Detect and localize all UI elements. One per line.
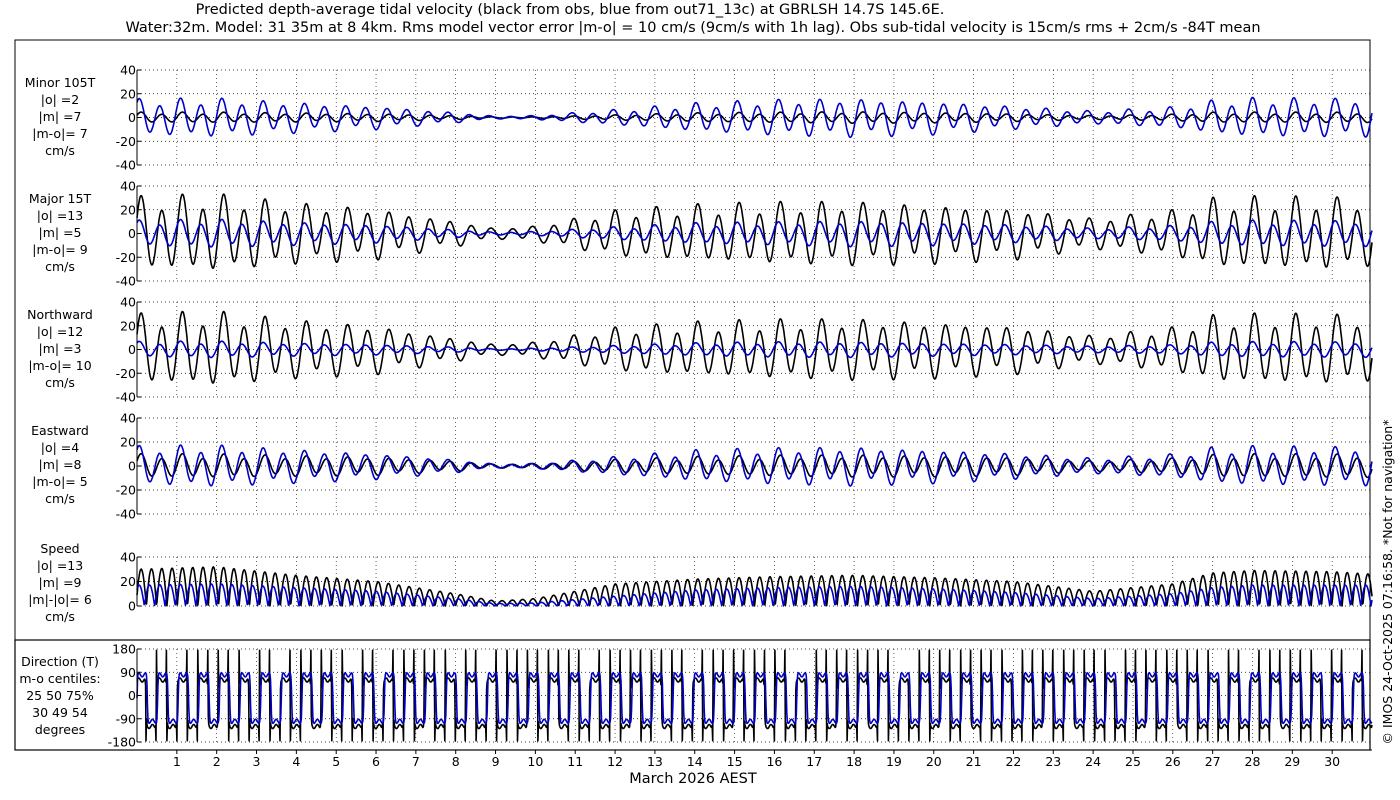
eastward-ytick-label: 40: [120, 411, 136, 426]
eastward-ytick-label: -40: [116, 507, 136, 522]
minor-ytick-label: 20: [120, 86, 136, 101]
direction-ytick-label: 90: [120, 665, 136, 680]
speed-panel-label-line: |o| =13: [37, 558, 83, 573]
minor-panel-label-line: |m-o|= 7: [32, 126, 87, 141]
speed-panel-label-line: cm/s: [45, 609, 75, 624]
xtick-label: 14: [687, 754, 703, 769]
eastward-panel-label-line: |m| =8: [39, 457, 82, 472]
minor-panel-label-line: Minor 105T: [25, 75, 96, 90]
northward-panel-label-line: |m| =3: [39, 341, 82, 356]
xtick-label: 11: [567, 754, 583, 769]
major-ytick-label: 20: [120, 202, 136, 217]
x-axis-label: March 2026 AEST: [629, 771, 757, 787]
xtick-label: 20: [926, 754, 942, 769]
major-panel-label-line: cm/s: [45, 259, 75, 274]
northward-ytick-label: -20: [116, 366, 136, 381]
minor-ytick-label: -40: [116, 158, 136, 173]
direction-panel-label-line: m-o centiles:: [19, 671, 100, 686]
major-ytick-label: -20: [116, 250, 136, 265]
xtick-label: 27: [1205, 754, 1221, 769]
northward-panel-label-line: |m-o|= 10: [28, 358, 91, 373]
chart-title-line1: Predicted depth-average tidal velocity (…: [196, 2, 945, 18]
northward-panel-label-line: |o| =12: [37, 324, 83, 339]
major-ytick-label: -40: [116, 274, 136, 289]
xtick-label: 4: [292, 754, 300, 769]
direction-panel-label-line: 25 50 75%: [26, 688, 94, 703]
eastward-panel-label-line: cm/s: [45, 491, 75, 506]
eastward-ytick-label: 20: [120, 435, 136, 450]
minor-ytick-label: 40: [120, 63, 136, 78]
direction-panel-label-line: degrees: [35, 722, 85, 737]
xtick-label: 7: [412, 754, 420, 769]
minor-panel-label-line: |o| =2: [41, 92, 79, 107]
xtick-label: 15: [727, 754, 743, 769]
xtick-label: 16: [766, 754, 782, 769]
xtick-label: 17: [806, 754, 822, 769]
xtick-label: 6: [372, 754, 380, 769]
direction-ytick-label: 0: [128, 688, 136, 703]
major-panel-label-line: |o| =13: [37, 208, 83, 223]
xtick-label: 26: [1165, 754, 1181, 769]
speed-ytick-label: 0: [128, 599, 136, 614]
major-panel-label-line: |m-o|= 9: [32, 242, 87, 257]
xtick-label: 3: [253, 754, 261, 769]
xtick-label: 8: [452, 754, 460, 769]
speed-ytick-label: 20: [120, 574, 136, 589]
minor-panel-label-line: |m| =7: [39, 109, 82, 124]
eastward-ytick-label: -20: [116, 483, 136, 498]
direction-panel-label-line: 30 49 54: [32, 705, 88, 720]
direction-ytick-label: 180: [112, 642, 136, 657]
xtick-label: 19: [886, 754, 902, 769]
minor-ytick-label: -20: [116, 134, 136, 149]
northward-panel-label-line: Northward: [27, 307, 93, 322]
xtick-label: 23: [1045, 754, 1061, 769]
speed-panel-label-line: Speed: [40, 541, 79, 556]
eastward-panel-label-line: Eastward: [31, 423, 89, 438]
northward-ytick-label: 0: [128, 342, 136, 357]
xtick-label: 28: [1245, 754, 1261, 769]
direction-panel-label-line: Direction (T): [21, 654, 99, 669]
copyright-text: © IMOS 24-Oct-2025 07:16:58. *Not for na…: [1380, 420, 1395, 745]
northward-ytick-label: -40: [116, 390, 136, 405]
xtick-label: 13: [647, 754, 663, 769]
northward-panel-label-line: cm/s: [45, 375, 75, 390]
xtick-label: 25: [1125, 754, 1141, 769]
northward-ytick-label: 20: [120, 318, 136, 333]
eastward-panel-label-line: |m-o|= 5: [32, 474, 87, 489]
xtick-label: 2: [213, 754, 221, 769]
xtick-label: 5: [332, 754, 340, 769]
major-panel-label-line: |m| =5: [39, 225, 82, 240]
direction-ytick-label: -180: [108, 735, 136, 750]
northward-ytick-label: 40: [120, 295, 136, 310]
minor-panel-label-line: cm/s: [45, 143, 75, 158]
chart-title-line2: Water:32m. Model: 31 35m at 8 4km. Rms m…: [125, 20, 1260, 36]
minor-ytick-label: 0: [128, 110, 136, 125]
xtick-label: 21: [966, 754, 982, 769]
major-ytick-label: 0: [128, 226, 136, 241]
tidal-velocity-chart: Predicted depth-average tidal velocity (…: [0, 0, 1400, 800]
xtick-label: 12: [607, 754, 623, 769]
major-ytick-label: 40: [120, 179, 136, 194]
xtick-label: 22: [1005, 754, 1021, 769]
speed-panel-label-line: |m|-|o|= 6: [28, 592, 92, 607]
speed-panel-label-line: |m| =9: [39, 575, 82, 590]
xtick-label: 9: [492, 754, 500, 769]
eastward-ytick-label: 0: [128, 459, 136, 474]
xtick-label: 30: [1324, 754, 1340, 769]
major-panel-label-line: Major 15T: [29, 191, 92, 206]
xtick-label: 18: [846, 754, 862, 769]
xtick-label: 24: [1085, 754, 1101, 769]
eastward-panel-label-line: |o| =4: [41, 440, 80, 455]
xtick-label: 1: [173, 754, 181, 769]
speed-ytick-label: 40: [120, 550, 136, 565]
xtick-label: 10: [527, 754, 543, 769]
direction-ytick-label: -90: [116, 711, 136, 726]
xtick-label: 29: [1284, 754, 1300, 769]
